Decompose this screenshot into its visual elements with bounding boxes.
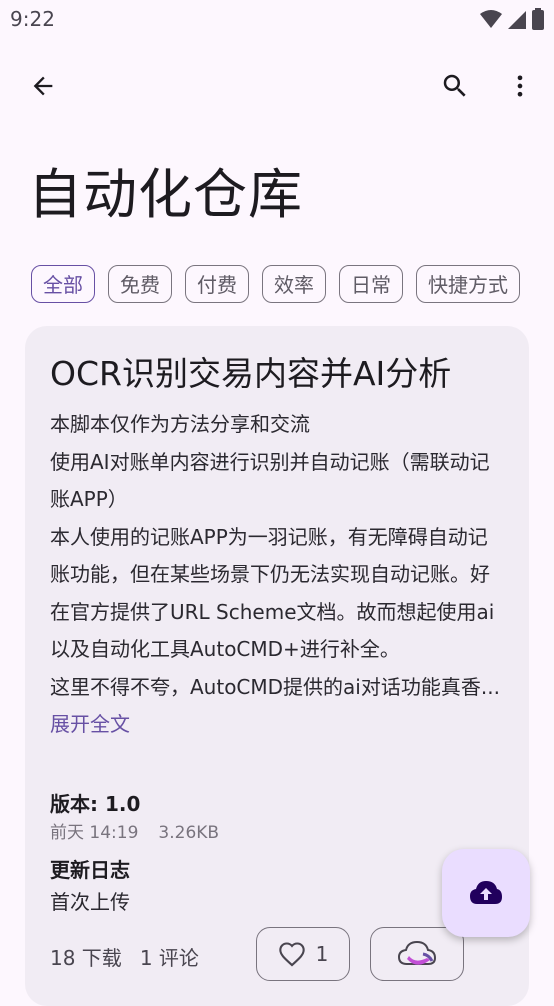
cloud-upload-icon <box>470 881 502 904</box>
description-excerpt: 这里不得不夸，AutoCMD提供的ai对话功能真香... <box>50 674 500 699</box>
filter-chips: 全部 免费 付费 效率 日常 快捷方式 <box>31 265 554 305</box>
chip-paid[interactable]: 付费 <box>185 265 249 303</box>
more-vert-icon <box>517 75 523 97</box>
cloud-download-icon <box>397 940 437 965</box>
upload-fab[interactable] <box>442 849 530 937</box>
file-size: 3.26KB <box>158 823 220 843</box>
description-line: 本脚本仅作为方法分享和交流 <box>50 412 310 436</box>
battery-icon <box>532 8 544 30</box>
chip-daily[interactable]: 日常 <box>339 265 403 303</box>
description-line: 使用AI对账单内容进行识别并自动记账（需联动记账APP） <box>50 449 490 512</box>
search-button[interactable] <box>431 62 479 110</box>
chip-efficiency[interactable]: 效率 <box>262 265 326 303</box>
search-icon <box>443 74 466 97</box>
script-meta: 前天 14:19 3.26KB <box>50 818 219 843</box>
description-line: 本人使用的记账APP为一羽记账，有无障碍自动记账功能，但在某些场景下仍无法实现自… <box>50 524 495 662</box>
arrow-back-icon <box>33 76 53 96</box>
wifi-icon <box>480 10 502 28</box>
chip-free[interactable]: 免费 <box>108 265 172 303</box>
script-description: 本脚本仅作为方法分享和交流 使用AI对账单内容进行识别并自动记账（需联动记账AP… <box>50 406 500 744</box>
heart-icon <box>278 942 305 967</box>
chip-all[interactable]: 全部 <box>31 265 95 303</box>
like-button[interactable]: 1 <box>256 927 350 981</box>
signal-icon <box>508 11 526 29</box>
status-bar: 9:22 <box>0 0 554 40</box>
download-button[interactable] <box>370 927 464 981</box>
changelog-heading: 更新日志 <box>50 858 130 882</box>
status-time: 9:22 <box>10 7 55 31</box>
chip-shortcuts[interactable]: 快捷方式 <box>416 265 520 303</box>
top-app-bar <box>0 56 554 116</box>
status-icons <box>480 8 544 30</box>
script-stats: 18 下载 1 评论 <box>50 942 199 971</box>
back-button[interactable] <box>19 62 67 110</box>
upload-date: 前天 14:19 <box>50 823 139 843</box>
changelog-text: 首次上传 <box>50 890 130 914</box>
description-line: 这里不得不夸，AutoCMD提供的ai对话功能真香... 展开全文 <box>50 669 500 744</box>
version-label: 版本: 1.0 <box>50 792 141 816</box>
script-title: OCR识别交易内容并AI分析 <box>50 354 452 393</box>
comment-count: 1 评论 <box>139 946 199 970</box>
page-title: 自动化仓库 <box>28 163 303 226</box>
like-count: 1 <box>315 942 329 966</box>
expand-full-text-link[interactable]: 展开全文 <box>50 712 130 736</box>
more-options-button[interactable] <box>496 62 544 110</box>
download-count: 18 下载 <box>50 946 122 970</box>
